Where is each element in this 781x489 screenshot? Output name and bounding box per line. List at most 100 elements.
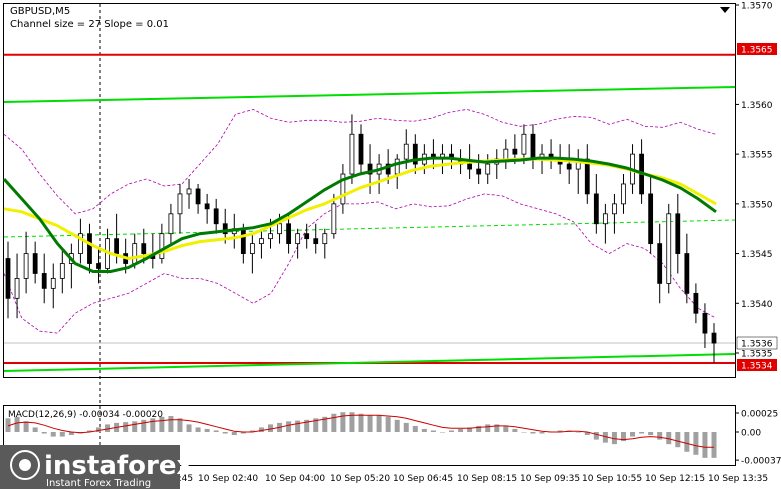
candle-body xyxy=(684,253,690,294)
time-tick-label: 10 Sep 09:35 xyxy=(520,474,580,484)
price-tick-label: 1.3555 xyxy=(741,151,773,161)
time-tick-label: 10 Sep 13:35 xyxy=(708,474,768,484)
macd-histogram-bar xyxy=(222,432,228,434)
macd-histogram-bar xyxy=(684,432,690,452)
candle-body xyxy=(566,163,572,170)
candle-body xyxy=(204,203,210,210)
candle-body xyxy=(286,223,291,245)
price-tick-label: 1.3560 xyxy=(741,101,773,111)
macd-histogram-bar xyxy=(711,432,717,458)
macd-histogram-bar xyxy=(141,419,147,432)
candle-body xyxy=(96,263,101,269)
macd-histogram-bar xyxy=(331,413,337,432)
candle-body xyxy=(32,253,38,274)
candle-body xyxy=(295,233,301,245)
macd-histogram-bar xyxy=(32,427,38,432)
macd-histogram-bar xyxy=(693,432,699,455)
candle-body xyxy=(322,233,328,245)
macd-histogram-bar xyxy=(449,430,455,432)
candle-body xyxy=(666,213,672,284)
price-tick-label: 1.3570 xyxy=(741,2,773,12)
candle-body xyxy=(467,163,473,170)
macd-histogram-bar xyxy=(367,415,373,432)
candle-body xyxy=(530,133,536,160)
candle-body xyxy=(702,312,708,334)
time-tick-label: 10 Sep 05:20 xyxy=(330,474,390,484)
candle-body xyxy=(485,163,491,175)
macd-histogram-bar xyxy=(385,416,391,432)
macd-histogram-bar xyxy=(539,432,545,434)
macd-histogram-bar xyxy=(195,427,201,432)
candle-body xyxy=(711,332,717,344)
candle-body xyxy=(5,258,11,299)
macd-histogram-bar xyxy=(340,412,346,432)
macd-histogram-bar xyxy=(458,428,464,432)
macd-histogram-bar xyxy=(204,428,210,432)
macd-histogram-bar xyxy=(657,432,663,440)
candle-body xyxy=(41,273,47,289)
upper-level-tag: 1.3565 xyxy=(737,43,777,56)
price-tick-label: 1.3550 xyxy=(741,200,773,210)
candle-body xyxy=(675,213,681,254)
candle-body xyxy=(240,228,246,254)
candle-body xyxy=(186,188,192,195)
candle-body xyxy=(512,148,518,155)
time-tick-label: 10 Sep 02:40 xyxy=(198,474,258,484)
price-tick-label: 1.3545 xyxy=(741,250,773,260)
upper-level-label: 1.3565 xyxy=(741,46,773,56)
time-tick-label: 10 Sep 12:15 xyxy=(645,474,705,484)
candle-body xyxy=(304,233,310,240)
macd-label: MACD(12,26,9) -0.00034 -0.00020 xyxy=(8,410,163,420)
macd-tick-label: 0.00 xyxy=(741,429,761,439)
macd-histogram-bar xyxy=(421,428,427,432)
macd-histogram-bar xyxy=(593,432,599,440)
candle-body xyxy=(358,133,364,165)
logo-name: instaforex xyxy=(44,451,194,481)
macd-histogram-bar xyxy=(503,425,509,432)
time-tick-label: 10 Sep 04:00 xyxy=(265,474,325,484)
macd-histogram-bar xyxy=(286,421,292,432)
channel-info: Channel size = 27 Slope = 0.01 xyxy=(10,19,169,30)
candle-body xyxy=(503,148,509,160)
price-tick-label: 1.3540 xyxy=(741,300,773,310)
candle-body xyxy=(277,223,282,235)
macd-histogram-bar xyxy=(168,416,174,432)
candle-body xyxy=(23,253,29,279)
logo-tagline: Instant Forex Trading xyxy=(46,478,151,489)
time-tick-label: 10 Sep 08:15 xyxy=(457,474,517,484)
logo-emblem-core-icon xyxy=(19,459,31,471)
candle-body xyxy=(213,208,219,225)
candle-body xyxy=(313,238,319,245)
macd-histogram-bar xyxy=(575,432,581,433)
macd-histogram-bar xyxy=(123,422,129,432)
macd-histogram-bar xyxy=(50,432,56,437)
macd-histogram-bar xyxy=(412,425,418,432)
macd-histogram-bar xyxy=(639,432,645,434)
candle-body xyxy=(521,133,527,155)
candle-body xyxy=(693,292,699,314)
macd-histogram-bar xyxy=(231,432,237,436)
candle-body xyxy=(177,193,183,215)
macd-histogram-bar xyxy=(358,413,364,432)
candle-body xyxy=(249,243,255,254)
macd-histogram-bar xyxy=(702,432,708,458)
time-tick-label: 10 Sep 06:45 xyxy=(393,474,453,484)
macd-histogram-bar xyxy=(439,432,445,433)
macd-histogram-bar xyxy=(648,432,654,436)
macd-histogram-bar xyxy=(376,415,382,432)
current-price-label: 1.3536 xyxy=(741,340,773,350)
macd-histogram-bar xyxy=(213,430,219,432)
candle-body xyxy=(331,203,337,235)
candle-body xyxy=(14,278,20,299)
candle-body xyxy=(394,158,400,175)
candle-body xyxy=(648,193,654,245)
candle-body xyxy=(593,193,599,225)
macd-histogram-bar xyxy=(23,421,29,432)
macd-histogram-bar xyxy=(403,422,409,432)
candle-body xyxy=(602,213,608,225)
candle-body xyxy=(621,183,626,205)
candle-body xyxy=(403,143,409,160)
current-price-tag: 1.3536 xyxy=(736,336,778,350)
lower-level-tag: 1.3534 xyxy=(737,359,777,372)
candle-body xyxy=(612,203,617,215)
